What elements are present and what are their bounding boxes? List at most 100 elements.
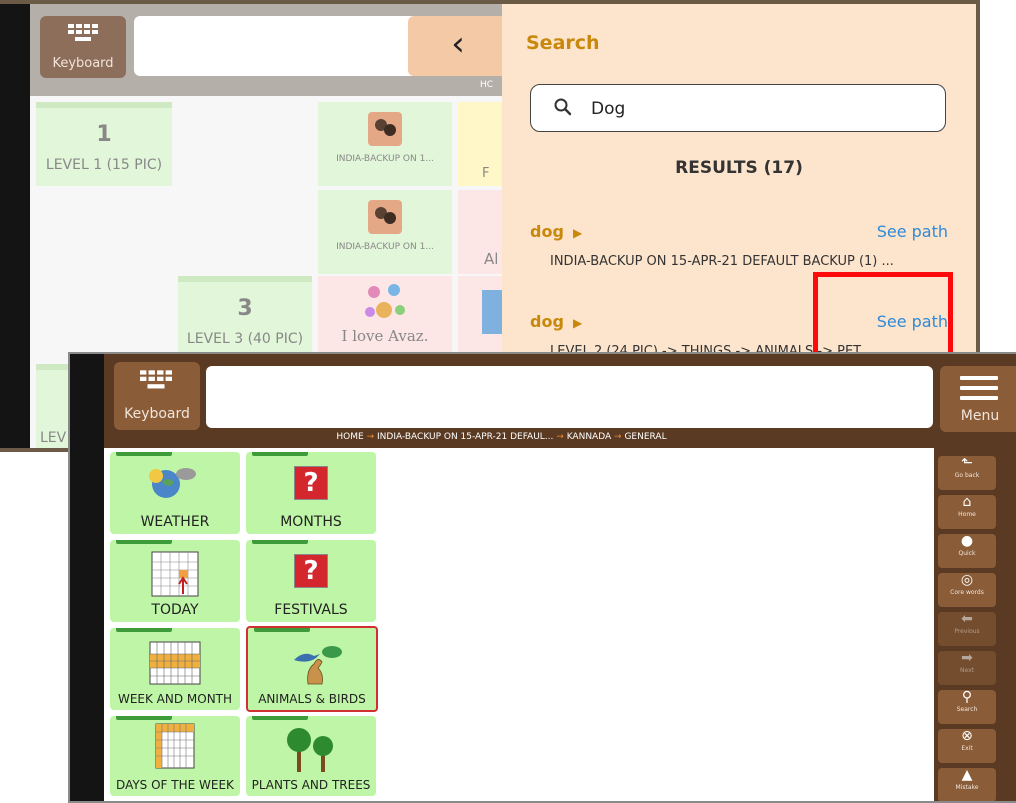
message-bar[interactable] [206,366,933,428]
tile-label: TODAY [151,602,199,618]
search-icon [554,98,572,116]
photo-tile-label: INDIA-BACKUP ON 1... [336,154,434,164]
plants-and-trees-tile[interactable]: PLANTS AND TREES [246,716,376,796]
core-words-icon: ◎ [960,572,974,588]
breadcrumb: HC [480,80,494,90]
festivals-tile[interactable]: ? FESTIVALS [246,540,376,622]
home-icon: ⌂ [962,494,972,510]
keyboard-icon [68,24,98,41]
photo-tile-label: INDIA-BACKUP ON 1... [336,242,434,252]
tile-label: FESTIVALS [274,602,348,618]
breadcrumb-item[interactable]: GENERAL [624,432,666,442]
go-back-button[interactable]: ⬑ Go back [938,456,996,490]
message-bar[interactable] [134,16,424,76]
menu-button[interactable]: Menu [940,366,1016,432]
highlight-box [813,272,953,364]
tile-label: WEATHER [140,514,210,530]
breadcrumb-item[interactable]: INDIA-BACKUP ON 15-APR-21 DEFAUL... [377,432,553,442]
button-label: Mistake [955,784,979,791]
previous-icon: ⬅ [961,611,973,627]
keyboard-label: Keyboard [124,406,190,422]
level-3-tile[interactable]: 3 LEVEL 3 (40 PIC) [178,276,312,360]
level-label: LEVEL 3 (40 PIC) [186,331,304,347]
partial-picture [482,290,502,334]
tile-grid: WEATHER ? MONTHS TODAY ? FESTIVALS WEEK … [104,448,934,801]
photo-tile[interactable]: INDIA-BACKUP ON 1... [318,102,452,186]
tile-label: MONTHS [280,514,342,530]
keyboard-button[interactable]: Keyboard [40,16,126,78]
animals-birds-icon [294,646,342,685]
mistake-icon: ▲ [961,767,973,783]
result-word: dog [530,222,564,241]
search-button[interactable]: ⚲ Search [938,690,996,724]
button-label: Quick [958,550,976,557]
partial-tile[interactable] [458,276,502,360]
button-label: Next [960,667,974,674]
level-number: 3 [237,296,253,321]
next-button[interactable]: ➡ Next [938,651,996,685]
keyboard-button[interactable]: Keyboard [114,362,200,430]
button-label: Search [956,706,978,713]
tile-label: DAYS OF THE WEEK [116,778,234,792]
tile-label: PLANTS AND TREES [251,778,371,792]
question-mark-icon: ? [246,460,376,512]
go-back-icon: ⬑ [961,455,973,471]
home-button[interactable]: ⌂ Home [938,495,996,529]
search-input[interactable] [589,95,933,123]
quick-speak-icon: ● [960,533,974,549]
partial-tile[interactable]: Al [458,190,502,274]
level-1-tile[interactable]: 1 LEVEL 1 (15 PIC) [36,102,172,186]
button-label: Previous [954,628,980,635]
search-field[interactable] [530,84,946,132]
partial-tile-label: Al [484,250,499,268]
love-picture-icon [365,284,405,318]
breadcrumb: HOME → INDIA-BACKUP ON 15-APR-21 DEFAUL.… [70,432,933,442]
partial-tile[interactable]: F [458,102,502,186]
device-bezel [0,4,30,448]
animals-birds-tile[interactable]: ANIMALS & BIRDS [246,626,378,712]
exit-button[interactable]: ⊗ Exit [938,729,996,763]
week-and-month-tile[interactable]: WEEK AND MONTH [110,628,240,710]
days-of-week-tile[interactable]: DAYS OF THE WEEK [110,716,240,796]
tile-label: WEEK AND MONTH [117,692,233,706]
today-tile[interactable]: TODAY [110,540,240,622]
previous-button[interactable]: ⬅ Previous [938,612,996,646]
keyboard-label: Keyboard [52,56,114,71]
see-path-link[interactable]: See path [877,222,948,241]
level-label: LEVEL 1 (15 PIC) [45,157,163,173]
search-result[interactable]: dog ▶ See path INDIA-BACKUP ON 15-APR-21… [530,222,950,278]
caret-right-icon: ▶ [573,226,583,240]
button-label: Core words [950,589,984,596]
months-tile[interactable]: ? MONTHS [246,452,376,534]
question-mark-icon: ? [246,548,376,600]
tile-label: I love Avaz. [341,327,429,345]
core-words-button[interactable]: ◎ Core words [938,573,996,607]
next-icon: ➡ [961,650,973,666]
results-heading: RESULTS (17) [675,158,803,178]
quick-button[interactable]: ● Quick [938,534,996,568]
partial-tile-label: F [482,166,490,181]
result-word: dog [530,312,564,331]
weather-tile[interactable]: WEATHER [110,452,240,534]
device-bezel [70,354,104,801]
result-path: INDIA-BACKUP ON 15-APR-21 DEFAULT BACKUP… [550,254,894,269]
mistake-button[interactable]: ▲ Mistake [938,767,996,801]
breadcrumb-item[interactable]: HOME [336,432,363,442]
people-photo-icon [368,112,402,146]
caret-right-icon: ▶ [573,316,583,330]
exit-icon: ⊗ [961,728,973,744]
calendar-today-icon [151,551,199,597]
calendar-icon [149,641,201,685]
breadcrumb-arrow-icon: → [366,432,375,442]
photo-tile[interactable]: INDIA-BACKUP ON 1... [318,190,452,274]
tile-label: ANIMALS & BIRDS [258,692,366,706]
close-panel-button[interactable]: ‹ [408,16,508,76]
front-screenshot: Keyboard Menu HOME → INDIA-BACKUP ON 15-… [68,352,1016,803]
side-toolbar: ⬑ Go back ⌂ Home ● Quick ◎ Core words ⬅ … [938,452,1000,801]
button-label: Home [958,511,976,518]
level-number: 1 [96,122,112,147]
keyboard-icon [140,370,172,389]
breadcrumb-item[interactable]: KANNADA [567,432,611,442]
search-icon: ⚲ [961,689,973,705]
i-love-avaz-tile[interactable]: I love Avaz. [318,276,452,360]
